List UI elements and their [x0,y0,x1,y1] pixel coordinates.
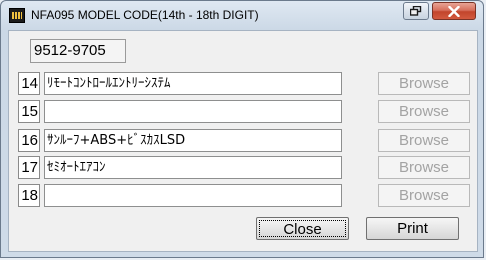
close-icon [448,5,460,17]
browse-button-17[interactable]: Browse [378,156,470,179]
restore-button[interactable] [403,2,429,20]
digit-label-16: 16 [18,129,40,152]
window-title: NFA095 MODEL CODE(14th - 18th DIGIT) [31,8,259,22]
close-button-label: Close [259,220,346,238]
title-bar[interactable]: NFA095 MODEL CODE(14th - 18th DIGIT) [1,1,483,29]
close-button[interactable]: Close [256,217,349,240]
app-icon[interactable] [9,8,25,23]
digit-label-15: 15 [18,100,40,123]
digit-18-field[interactable] [44,184,342,207]
browse-button-14[interactable]: Browse [378,72,470,95]
browse-button-15[interactable]: Browse [378,100,470,123]
digit-15-field[interactable] [44,100,342,123]
digit-label-17: 17 [18,156,40,179]
digit-label-14: 14 [18,72,40,95]
print-button[interactable]: Print [366,217,459,240]
digit-14-field[interactable]: ﾘﾓｰﾄｺﾝﾄﾛｰﾙｴﾝﾄﾘｰｼｽﾃﾑ [44,72,342,95]
browse-button-18[interactable]: Browse [378,184,470,207]
dialog-window: NFA095 MODEL CODE(14th - 18th DIGIT) 951… [0,0,484,258]
digit-label-18: 18 [18,184,40,207]
dialog-body: 9512-9705 14 ﾘﾓｰﾄｺﾝﾄﾛｰﾙｴﾝﾄﾘｰｼｽﾃﾑ Browse … [8,30,478,252]
digit-16-field[interactable]: ｻﾝﾙｰﾌ+ABS+ﾋﾞｽｶｽLSD [44,129,342,152]
model-code-display: 9512-9705 [30,39,126,63]
restore-icon [410,6,422,16]
digit-17-field[interactable]: ｾﾐｵｰﾄｴｱｺﾝ [44,156,342,179]
browse-button-16[interactable]: Browse [378,129,470,152]
window-close-button[interactable] [432,2,476,20]
